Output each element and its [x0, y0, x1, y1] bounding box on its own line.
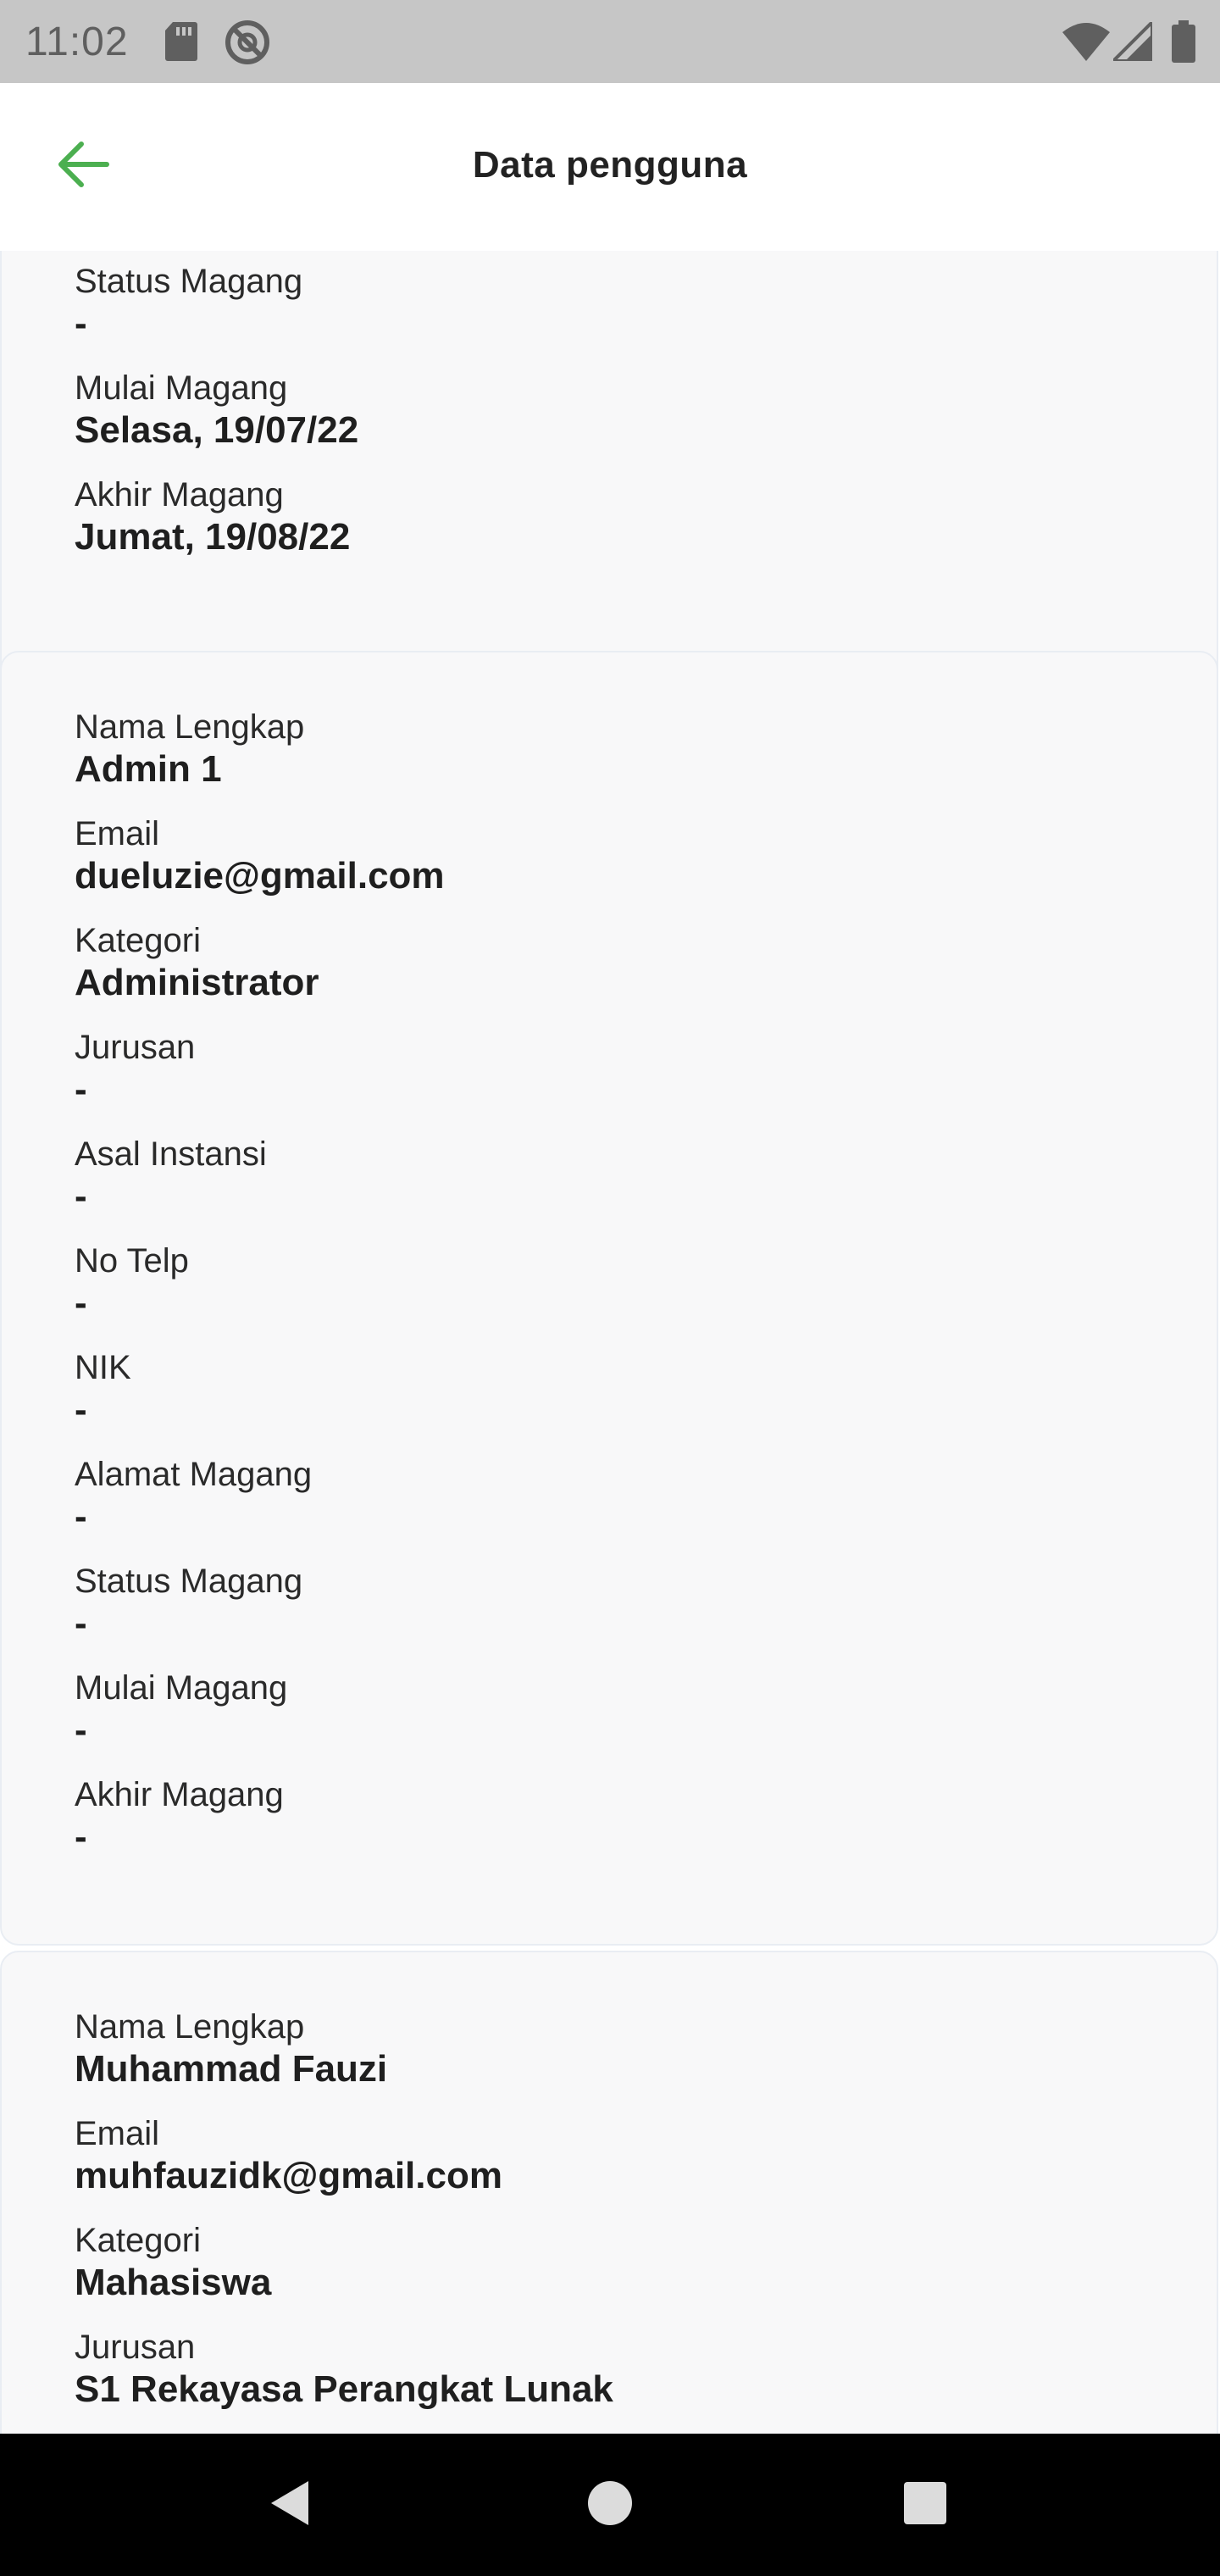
nav-back-button[interactable]: [256, 2471, 324, 2539]
field-value: S1 Rekayasa Perangkat Lunak: [75, 2368, 613, 2410]
field-value: -: [75, 1389, 87, 1430]
field-label: Akhir Magang: [75, 1776, 284, 1813]
back-triangle-icon: [263, 2476, 317, 2534]
field-nama-lengkap: Nama Lengkap Admin 1: [75, 707, 304, 791]
field-value: -: [75, 1175, 87, 1217]
field-value: Selasa, 19/07/22: [75, 409, 359, 451]
field-value: Admin 1: [75, 748, 222, 790]
wifi-icon: [1062, 22, 1110, 65]
field-akhir-magang: Akhir Magang Jumat, 19/08/22: [75, 475, 350, 559]
field-asal-instansi: Asal Instansi -: [75, 1134, 267, 1219]
field-label: Nama Lengkap: [75, 708, 305, 746]
field-label: Email: [75, 815, 160, 852]
field-label: NIK: [75, 1349, 131, 1386]
field-mulai-magang: Mulai Magang Selasa, 19/07/22: [75, 368, 358, 452]
field-jurusan: Jurusan S1 Rekayasa Perangkat Lunak: [75, 2327, 613, 2412]
field-value: Jumat, 19/08/22: [75, 516, 351, 558]
user-card: Nama Lengkap Muhammad Fauzi Email muhfau…: [0, 1951, 1218, 2434]
field-value: -: [75, 1069, 87, 1110]
field-no-telp: No Telp -: [75, 1241, 189, 1325]
nav-home-button[interactable]: [576, 2471, 644, 2539]
field-label: Email: [75, 2115, 160, 2152]
recents-square-icon: [898, 2476, 952, 2534]
field-label: No Telp: [75, 1242, 189, 1280]
sd-card-icon: [164, 20, 198, 67]
user-list[interactable]: Status Magang - Mulai Magang Selasa, 19/…: [0, 251, 1220, 2434]
field-akhir-magang: Akhir Magang -: [75, 1774, 284, 1859]
signal-icon: [1109, 18, 1154, 65]
field-value: dueluzie@gmail.com: [75, 855, 445, 897]
field-label: Status Magang: [75, 1563, 303, 1600]
field-label: Akhir Magang: [75, 476, 284, 514]
field-label: Jurusan: [75, 2329, 196, 2366]
status-time: 11:02: [25, 19, 129, 64]
user-card: Nama Lengkap Admin 1 Email dueluzie@gmai…: [0, 651, 1218, 1946]
field-email: Email muhfauzidk@gmail.com: [75, 2113, 502, 2198]
system-nav-bar: [0, 2434, 1220, 2576]
field-label: Kategori: [75, 922, 201, 959]
field-label: Status Magang: [75, 263, 303, 300]
field-kategori: Kategori Mahasiswa: [75, 2220, 271, 2305]
field-label: Nama Lengkap: [75, 2008, 305, 2046]
status-bar: 11:02: [0, 0, 1220, 83]
page-title: Data pengguna: [472, 144, 748, 186]
field-jurusan: Jurusan -: [75, 1027, 195, 1112]
field-status-magang: Status Magang -: [75, 1561, 302, 1646]
field-value: -: [75, 1602, 87, 1644]
no-sync-icon: [224, 19, 271, 70]
field-label: Kategori: [75, 2222, 201, 2259]
field-value: -: [75, 1282, 87, 1324]
field-value: -: [75, 1496, 87, 1537]
home-circle-icon: [583, 2476, 637, 2534]
field-value: Muhammad Fauzi: [75, 2048, 388, 2090]
field-kategori: Kategori Administrator: [75, 920, 319, 1005]
field-alamat-magang: Alamat Magang -: [75, 1454, 312, 1539]
field-nik: NIK -: [75, 1347, 131, 1432]
field-nama-lengkap: Nama Lengkap Muhammad Fauzi: [75, 2007, 387, 2091]
field-status-magang: Status Magang -: [75, 261, 302, 346]
field-value: -: [75, 303, 87, 344]
field-label: Asal Instansi: [75, 1135, 267, 1173]
battery-icon: [1171, 20, 1196, 67]
app-bar: Data pengguna: [0, 83, 1220, 251]
field-value: Administrator: [75, 962, 319, 1003]
field-value: -: [75, 1709, 87, 1751]
field-label: Alamat Magang: [75, 1456, 313, 1493]
field-label: Jurusan: [75, 1029, 196, 1066]
field-value: muhfauzidk@gmail.com: [75, 2155, 502, 2196]
nav-recents-button[interactable]: [891, 2471, 959, 2539]
field-label: Mulai Magang: [75, 369, 288, 407]
field-value: Mahasiswa: [75, 2262, 272, 2303]
field-mulai-magang: Mulai Magang -: [75, 1668, 287, 1752]
field-email: Email dueluzie@gmail.com: [75, 813, 445, 898]
field-value: -: [75, 1816, 87, 1857]
field-label: Mulai Magang: [75, 1669, 288, 1707]
